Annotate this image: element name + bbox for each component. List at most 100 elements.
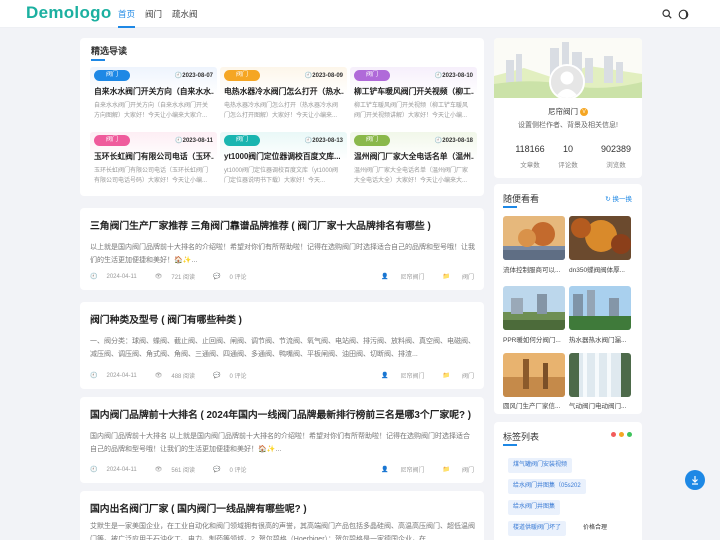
refresh-link[interactable]: ↻ 换一换 (605, 193, 632, 203)
clock-icon: 🕘 (90, 274, 98, 280)
comment-count[interactable]: 💬 0 评论 (213, 465, 256, 474)
nav-item-steam-trap[interactable]: 疏水阀 (172, 0, 198, 28)
level-badge: V (580, 108, 589, 117)
category-tag[interactable]: 阀门 (224, 135, 261, 146)
guide-title[interactable]: 柳工铲车暖风阀门开关视频（柳工... (354, 86, 474, 97)
author-profile-card: 尼帘阀门 V 设置侧栏作者、背景及相关信息! 118166 文章数 10 评论数… (494, 38, 642, 178)
guide-title[interactable]: 电热水器冷水阀门怎么打开（热水... (224, 86, 344, 97)
random-post-title[interactable]: dn350蝶阀阀体厚... (569, 264, 631, 274)
random-post-thumb[interactable] (503, 216, 565, 260)
clock-icon: 🕘 (90, 373, 98, 379)
category-link[interactable]: 📁 阀门 (434, 272, 475, 281)
theme-toggle-icon[interactable] (677, 8, 689, 20)
guide-title[interactable]: 玉环长虹阀门有限公司电话（玉环... (94, 151, 214, 162)
article-meta: 🕘 2024-04-11 👁 488 阅读 💬 0 评论 (90, 371, 265, 381)
category-tag[interactable]: 阀门 (94, 70, 131, 81)
post-date: 🕘2023-08-11 (175, 138, 213, 144)
green-dot-icon (627, 432, 632, 437)
comment-icon: 💬 (213, 274, 221, 280)
clock-icon: 🕘 (90, 467, 98, 473)
section-title: 随便看看 (503, 194, 540, 204)
comment-count[interactable]: 💬 0 评论 (213, 272, 256, 281)
search-icon[interactable] (661, 8, 673, 20)
guide-item[interactable]: 阀门 🕘2023-08-10 柳工铲车暖风阀门开关视频（柳工... 柳工铲车暖风… (350, 67, 477, 129)
article-title[interactable]: 阀门种类及型号 ( 阀门有哪些种类 ) (90, 312, 242, 326)
section-title: 精选导读 (91, 46, 128, 56)
nav-item-valve[interactable]: 阀门 (145, 0, 162, 28)
tag-chip[interactable]: 煤气罐阀门安装视频 (508, 458, 573, 473)
user-icon: 👤 (381, 274, 389, 280)
floating-download-button[interactable] (685, 470, 705, 490)
tag-chip[interactable]: 给水阀门井图集（05s202 (508, 479, 586, 494)
author-name[interactable]: 尼帘阀门 (548, 107, 578, 116)
avatar[interactable] (549, 64, 585, 100)
folder-icon: 📁 (442, 274, 450, 280)
random-post-title[interactable]: 气动阀门电动阀门... (569, 400, 631, 410)
article-card[interactable]: 国内阀门品牌前十大排名 ( 2024年国内一线阀门品牌最新排行榜前三名是哪3个厂… (80, 397, 484, 483)
guide-desc: 温州阀门厂家大全电话名单（温州阀门厂家大全电话大全）大家好！今天让小编来大... (354, 168, 469, 184)
author-link[interactable]: 👤 尼帘阀门 (372, 371, 425, 380)
random-post-thumb[interactable] (569, 216, 631, 260)
featured-guide-card: 精选导读 阀门 🕘2023-08-07 自来水水阀门开关方向（自来水水... 自… (80, 38, 484, 196)
tag-chip[interactable]: 楼道供暖阀门坏了 (508, 521, 567, 536)
category-tag[interactable]: 阀门 (354, 135, 391, 146)
download-icon (692, 476, 698, 485)
article-title[interactable]: 国内阀门品牌前十大排名 ( 2024年国内一线阀门品牌最新排行榜前三名是哪3个厂… (90, 407, 471, 421)
clock-icon: 🕘 (175, 138, 183, 144)
guide-item[interactable]: 阀门 🕘2023-08-09 电热水器冷水阀门怎么打开（热水... 电热水器冷水… (220, 67, 347, 129)
top-header: Demologo 首页 阀门 疏水阀 (0, 0, 720, 28)
article-card[interactable]: 国内出名阀门厂家 ( 国内阀门一线品牌有哪些呢? ) 艾默生是一家美国企业，在工… (80, 491, 484, 540)
view-count: 👁 561 阅读 (154, 467, 196, 474)
nav-item-home[interactable]: 首页 (118, 0, 136, 28)
random-post-title[interactable]: 热水器热水阀门漏... (569, 334, 631, 344)
article-title[interactable]: 国内出名阀门厂家 ( 国内阀门一线品牌有哪些呢? ) (90, 501, 307, 515)
tag-chip[interactable]: 给水阀门井图集 (508, 500, 561, 515)
category-link[interactable]: 📁 阀门 (434, 465, 475, 474)
article-title[interactable]: 三角阀门生产厂家推荐 三角阀门靠谱品牌推荐 ( 阀门厂家十大品牌排名有哪些 ) (90, 218, 431, 232)
section-underline (503, 206, 517, 208)
window-dots (608, 432, 632, 437)
post-date: 🕘2023-08-07 (174, 73, 213, 79)
stat-views: 902389 浏览数 (600, 144, 632, 169)
guide-item[interactable]: 阀门 🕘2023-08-18 温州阀门厂家大全电话名单（温州... 温州阀门厂家… (350, 132, 477, 194)
post-date: 🕘2023-08-18 (434, 138, 473, 144)
author-link[interactable]: 👤 尼帘阀门 (372, 272, 425, 281)
category-tag[interactable]: 阀门 (224, 70, 261, 81)
view-count: 👁 488 阅读 (154, 373, 196, 380)
guide-item[interactable]: 阀门 🕘2023-08-13 yt1000阀门定位器调校百度文库... yt10… (220, 132, 347, 194)
guide-desc: 自来水水阀门开关方向（自来水水阀门开关方向图解）大家好！今天让小编来大家介... (94, 103, 209, 119)
article-card[interactable]: 三角阀门生产厂家推荐 三角阀门靠谱品牌推荐 ( 阀门厂家十大品牌排名有哪些 ) … (80, 208, 484, 290)
random-post-thumb[interactable] (503, 286, 565, 330)
post-date: 🕘 2024-04-11 (90, 372, 137, 380)
tag-chip[interactable]: 价格合理 (578, 521, 612, 536)
author-link[interactable]: 👤 尼帘阀门 (372, 465, 425, 474)
random-post-thumb[interactable] (569, 286, 631, 330)
random-post-title[interactable]: 圆风门生产厂家信... (503, 400, 565, 410)
view-count: 👁 721 阅读 (154, 274, 196, 281)
category-tag[interactable]: 阀门 (94, 135, 131, 146)
article-card[interactable]: 阀门种类及型号 ( 阀门有哪些种类 ) 一、阀分类：球阀、蝶阀、截止阀、止回阀、… (80, 302, 484, 389)
random-post-thumb[interactable] (503, 353, 565, 397)
guide-item[interactable]: 阀门 🕘2023-08-11 玉环长虹阀门有限公司电话（玉环... 玉环长虹阀门… (90, 132, 217, 194)
article-meta-right: 👤 尼帘阀门 📁 阀门 (363, 465, 474, 474)
eye-icon: 👁 (154, 274, 163, 280)
guide-title[interactable]: 温州阀门厂家大全电话名单（温州... (354, 151, 474, 162)
article-meta: 🕘 2024-04-11 👁 721 阅读 💬 0 评论 (90, 272, 265, 282)
category-tag[interactable]: 阀门 (354, 70, 391, 81)
guide-desc: 电热水器冷水阀门怎么打开（热水器冷水阀门怎么打开图解）大家好！今天让小编来... (224, 103, 339, 119)
random-post-title[interactable]: PPR暖如何分阀门... (503, 334, 565, 344)
article-excerpt: 一、阀分类：球阀、蝶阀、截止阀、止回阀、闸阀、调节阀、节流阀、氧气阀、电站阀、排… (90, 338, 475, 358)
section-title: 标签列表 (503, 432, 540, 442)
random-post-thumb[interactable] (569, 353, 631, 397)
comment-count[interactable]: 💬 0 评论 (213, 371, 256, 380)
author-bio: 设置侧栏作者、背景及相关信息! (518, 122, 618, 129)
site-logo[interactable]: Demologo (26, 3, 112, 23)
section-underline (91, 59, 105, 61)
guide-title[interactable]: 自来水水阀门开关方向（自来水水... (94, 86, 214, 97)
user-icon: 👤 (381, 467, 389, 473)
guide-title[interactable]: yt1000阀门定位器调校百度文库... (224, 151, 344, 162)
random-post-title[interactable]: 流体控制服商可以... (503, 264, 565, 274)
article-meta-right: 👤 尼帘阀门 📁 阀门 (363, 272, 474, 281)
category-link[interactable]: 📁 阀门 (434, 371, 475, 380)
guide-item[interactable]: 阀门 🕘2023-08-07 自来水水阀门开关方向（自来水水... 自来水水阀门… (90, 67, 217, 129)
